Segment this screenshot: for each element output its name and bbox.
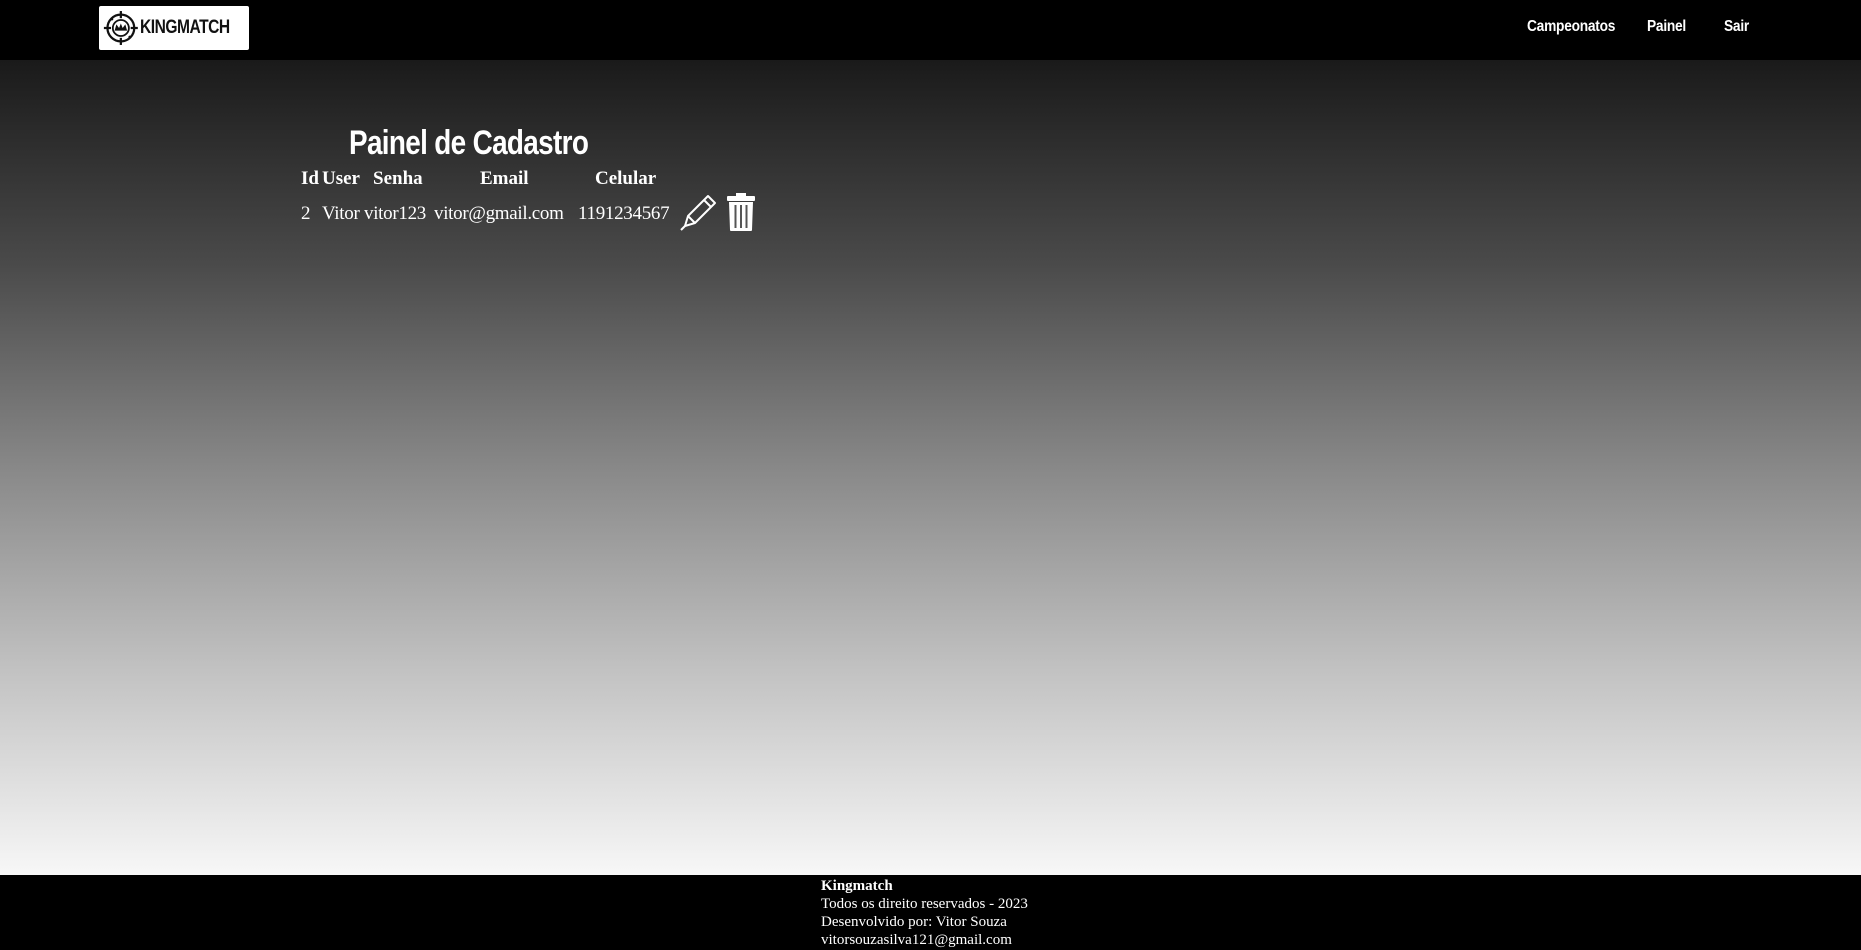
crosshair-logo-icon [103,11,138,45]
footer-brand: Kingmatch [821,878,893,894]
nav-campeonatos[interactable]: Campeonatos [1527,18,1615,36]
logo-text: KINGMATCH [139,17,230,38]
footer-rights: Todos os direito reservados - 2023 [821,896,1028,912]
main-content [0,60,1861,875]
nav-painel[interactable]: Painel [1647,18,1686,36]
column-header-user: User [322,168,360,189]
column-header-id: Id [301,168,319,189]
cell-user: Vitor [322,203,360,224]
page-title: Painel de Cadastro [349,124,589,162]
trash-icon[interactable] [726,192,756,232]
column-header-email: Email [480,168,529,189]
logo[interactable]: KINGMATCH [99,6,249,50]
column-header-senha: Senha [373,168,423,189]
edit-icon[interactable] [679,192,719,232]
cell-celular: 1191234567 [578,203,670,224]
column-header-celular: Celular [595,168,657,189]
footer-developer: Desenvolvido por: Vitor Souza [821,914,1007,930]
cell-id: 2 [301,203,311,224]
footer: Kingmatch Todos os direito reservados - … [0,875,1861,950]
top-navbar: KINGMATCH Campeonatos Painel Sair [0,0,1861,60]
footer-email: vitorsouzasilva121@gmail.com [821,932,1012,948]
cell-senha: vitor123 [364,203,426,224]
nav-sair[interactable]: Sair [1724,18,1749,36]
cell-email: vitor@gmail.com [434,203,564,224]
